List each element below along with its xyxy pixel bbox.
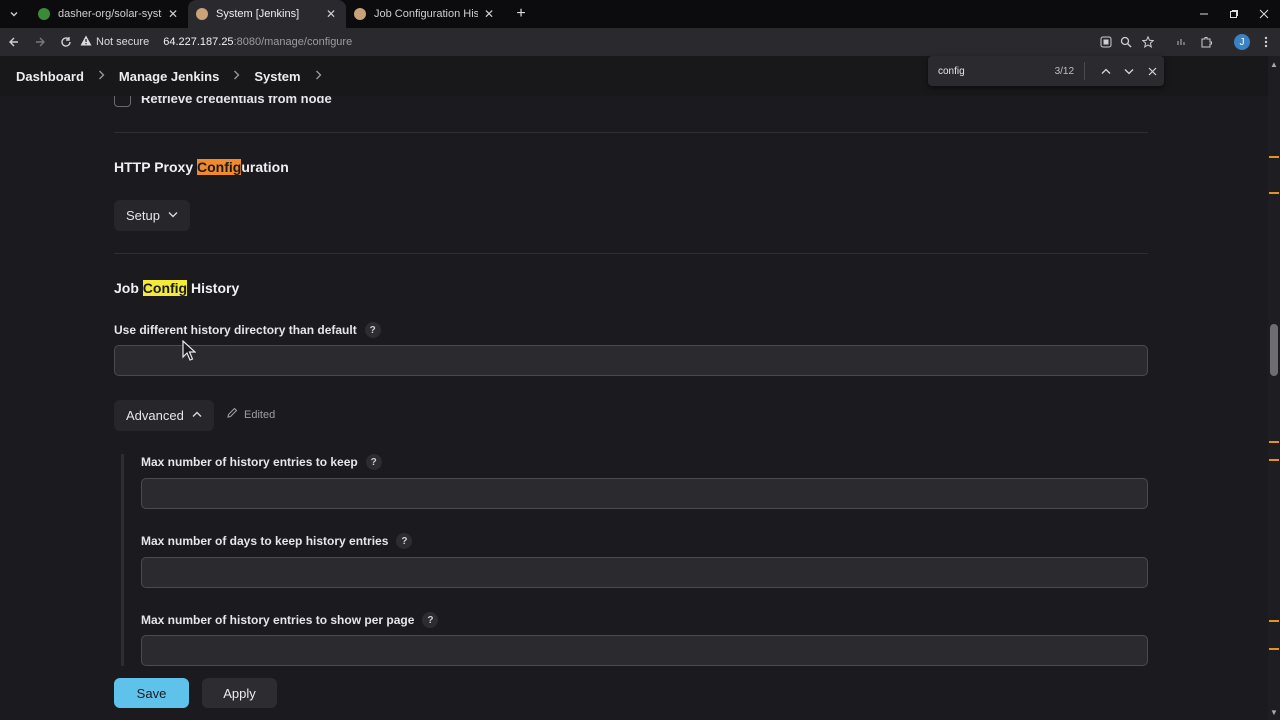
edited-indicator: Edited: [226, 407, 275, 422]
chevron-right-icon: [233, 69, 240, 83]
label-text: Max number of days to keep history entri…: [141, 534, 389, 548]
close-icon[interactable]: ✕: [166, 7, 180, 21]
find-bar: config 3/12: [928, 56, 1164, 86]
find-match-marker: [1269, 441, 1279, 443]
advanced-toggle-button[interactable]: Advanced: [114, 400, 214, 431]
find-match-marker: [1269, 459, 1279, 461]
extensions-icon[interactable]: [1198, 34, 1214, 50]
chevron-up-icon: [192, 410, 202, 421]
setup-label: Setup: [126, 208, 160, 223]
find-match-marker: [1269, 620, 1279, 622]
minimize-icon[interactable]: [1188, 0, 1220, 28]
label-text: Max number of history entries to keep: [141, 455, 358, 469]
page-info-icon[interactable]: [1098, 34, 1114, 50]
find-match: Config: [142, 280, 188, 296]
more-menu-icon[interactable]: [1258, 34, 1274, 50]
retrieve-credentials-option[interactable]: Retrieve credentials from node: [114, 96, 332, 107]
chevron-down-icon: [168, 210, 178, 221]
section-divider: [114, 132, 1148, 133]
address-bar[interactable]: Not secure 64.227.187.25 :8080/manage/co…: [80, 31, 1170, 53]
find-match-marker: [1269, 648, 1279, 650]
mouse-cursor-icon: [182, 340, 196, 361]
apply-button[interactable]: Apply: [202, 678, 277, 708]
url-path: :8080/manage/configure: [233, 36, 353, 48]
forward-icon[interactable]: [28, 30, 52, 54]
per-page-input[interactable]: [141, 635, 1148, 666]
bookmark-star-icon[interactable]: [1140, 34, 1156, 50]
tab-title: dasher-org/solar-system - solar: [58, 8, 162, 20]
breadcrumb-manage-jenkins[interactable]: Manage Jenkins: [119, 69, 219, 84]
restore-icon[interactable]: [1218, 0, 1250, 28]
new-tab-icon[interactable]: +: [510, 3, 532, 25]
retrieve-credentials-checkbox[interactable]: [114, 96, 131, 107]
title-text: History: [187, 280, 240, 296]
scroll-up-icon[interactable]: ▲: [1268, 58, 1280, 70]
tab-title: System [Jenkins]: [216, 8, 300, 20]
edited-label: Edited: [244, 408, 276, 421]
window-close-icon[interactable]: [1248, 0, 1280, 28]
help-icon[interactable]: ?: [365, 454, 382, 470]
http-proxy-section-title: HTTP Proxy Configuration: [114, 159, 289, 175]
chevron-right-icon[interactable]: [315, 69, 322, 83]
profile-avatar[interactable]: J: [1234, 34, 1250, 50]
find-divider: [1084, 62, 1086, 80]
browser-toolbar: Not secure 64.227.187.25 :8080/manage/co…: [0, 28, 1280, 56]
find-close-icon[interactable]: [1141, 67, 1164, 76]
max-days-label: Max number of days to keep history entri…: [141, 533, 413, 549]
browser-tabstrip: dasher-org/solar-system - solar ✕ System…: [0, 0, 1280, 28]
title-text: uration: [241, 159, 289, 175]
find-next-icon[interactable]: [1117, 68, 1140, 75]
find-previous-icon[interactable]: [1094, 68, 1117, 75]
find-current-match: Config: [197, 159, 242, 175]
max-entries-label: Max number of history entries to keep ?: [141, 454, 382, 470]
back-icon[interactable]: [2, 30, 26, 54]
security-status[interactable]: Not secure: [96, 36, 149, 48]
setup-dropdown-button[interactable]: Setup: [114, 200, 190, 231]
advanced-section-indent: [121, 454, 124, 666]
checkbox-label: Retrieve credentials from node: [141, 96, 332, 106]
browser-tab-job-config-history[interactable]: Job Configuration History | Jenkins ✕: [346, 0, 504, 28]
max-entries-input[interactable]: [141, 478, 1148, 509]
history-dir-label: Use different history directory than def…: [114, 322, 381, 338]
find-match-count: 3/12: [1054, 65, 1075, 77]
github-favicon-icon: [38, 8, 50, 20]
url-host: 64.227.187.25: [163, 36, 234, 48]
pencil-icon: [226, 407, 238, 422]
label-text: Use different history directory than def…: [114, 323, 357, 337]
browser-tab-github[interactable]: dasher-org/solar-system - solar ✕: [30, 0, 188, 28]
warning-icon[interactable]: [80, 35, 92, 49]
zoom-icon[interactable]: [1118, 34, 1134, 50]
help-icon[interactable]: ?: [422, 612, 439, 628]
config-form: Retrieve credentials from node HTTP Prox…: [0, 96, 1268, 720]
help-icon[interactable]: ?: [364, 322, 381, 338]
max-days-input[interactable]: [141, 557, 1148, 588]
scroll-down-icon[interactable]: ▼: [1268, 706, 1280, 718]
jenkins-favicon-icon: [354, 8, 366, 20]
close-icon[interactable]: ✕: [324, 7, 338, 21]
label-text: Max number of history entries to show pe…: [141, 613, 415, 627]
section-divider: [114, 253, 1148, 254]
save-button[interactable]: Save: [114, 678, 189, 708]
help-icon[interactable]: ?: [396, 533, 413, 549]
browser-tab-system[interactable]: System [Jenkins] ✕: [188, 0, 346, 28]
jenkins-favicon-icon: [196, 8, 208, 20]
find-match-marker: [1269, 192, 1279, 194]
breadcrumb-dashboard[interactable]: Dashboard: [16, 69, 84, 84]
tab-title: Job Configuration History | Jenkins: [374, 8, 478, 20]
find-input[interactable]: config: [938, 66, 1049, 77]
media-icon[interactable]: [1174, 34, 1190, 50]
breadcrumb-system[interactable]: System: [254, 69, 300, 84]
title-text: Job: [114, 280, 143, 296]
advanced-label: Advanced: [126, 408, 184, 423]
per-page-label: Max number of history entries to show pe…: [141, 612, 439, 628]
job-config-history-section-title: Job Config History: [114, 280, 239, 296]
scrollbar-thumb[interactable]: [1270, 324, 1278, 376]
close-icon[interactable]: ✕: [482, 7, 496, 21]
reload-icon[interactable]: [54, 30, 78, 54]
tab-search-icon[interactable]: [4, 4, 24, 24]
history-dir-input[interactable]: [114, 345, 1148, 376]
title-text: HTTP Proxy: [114, 159, 197, 175]
find-match-marker: [1269, 156, 1279, 158]
chevron-right-icon: [98, 69, 105, 83]
